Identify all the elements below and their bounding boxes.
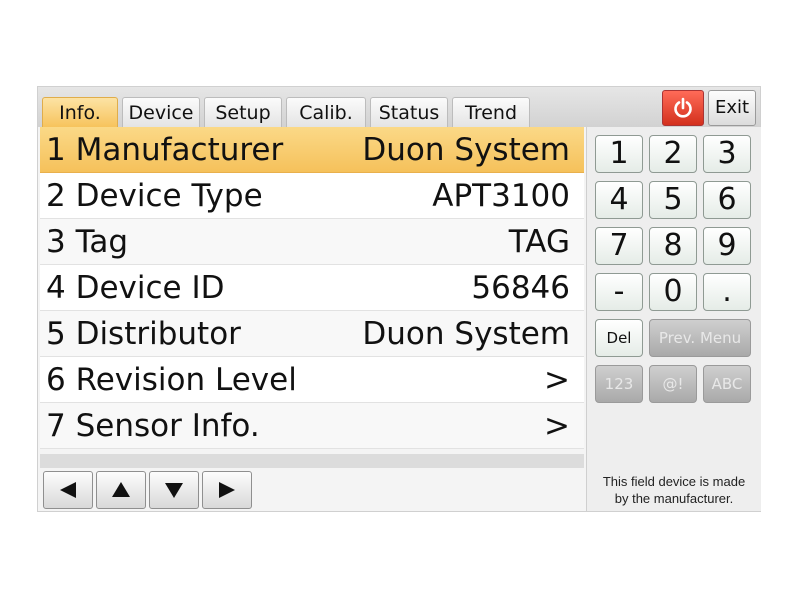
menu-row-value: > (544, 408, 570, 444)
menu-row-distributor[interactable]: 5 Distributor Duon System (40, 311, 584, 357)
nav-left-button[interactable] (43, 471, 93, 509)
arrow-up-icon (112, 482, 130, 497)
help-text: This field device is made by the manufac… (587, 473, 761, 507)
menu-row-value: Duon System (362, 132, 570, 168)
menu-row-value: TAG (508, 224, 570, 260)
menu-row-manufacturer[interactable]: 1 Manufacturer Duon System (40, 127, 584, 173)
nav-up-button[interactable] (96, 471, 146, 509)
menu-row-sensor-info[interactable]: 7 Sensor Info. > (40, 403, 584, 449)
key-minus[interactable]: - (595, 273, 643, 311)
key-5[interactable]: 5 (649, 181, 697, 219)
key-4[interactable]: 4 (595, 181, 643, 219)
keypad: 1 2 3 4 5 6 7 8 9 - 0 . Del Prev. Menu 1… (586, 127, 761, 511)
menu-row-label: 5 Distributor (46, 316, 241, 352)
menu-row-value: 56846 (471, 270, 570, 306)
mode-abc-button[interactable]: ABC (703, 365, 751, 403)
menu-row-label: 4 Device ID (46, 270, 225, 306)
menu-row-label: 6 Revision Level (46, 362, 297, 398)
menu-row-device-id[interactable]: 4 Device ID 56846 (40, 265, 584, 311)
arrow-down-icon (165, 483, 183, 498)
mode-123-button[interactable]: 123 (595, 365, 643, 403)
mode-symbols-button[interactable]: @! (649, 365, 697, 403)
menu-row-label: 3 Tag (46, 224, 129, 260)
nav-down-button[interactable] (149, 471, 199, 509)
key-3[interactable]: 3 (703, 135, 751, 173)
arrow-left-icon (60, 482, 76, 498)
exit-button[interactable]: Exit (708, 90, 756, 126)
tab-calib[interactable]: Calib. (286, 97, 366, 127)
menu-row-label: 2 Device Type (46, 178, 263, 214)
menu-row-value: APT3100 (432, 178, 570, 214)
tab-bar: Info. Device Setup Calib. Status Trend E… (38, 87, 760, 127)
key-7[interactable]: 7 (595, 227, 643, 265)
list-divider (40, 454, 584, 468)
tab-device[interactable]: Device (122, 97, 200, 127)
menu-row-label: 1 Manufacturer (46, 132, 284, 168)
help-text-line: by the manufacturer. (614, 491, 734, 506)
help-text-line: This field device is made (602, 474, 746, 489)
key-2[interactable]: 2 (649, 135, 697, 173)
tab-info[interactable]: Info. (42, 97, 118, 127)
tab-trend[interactable]: Trend (452, 97, 530, 127)
nav-right-button[interactable] (202, 471, 252, 509)
menu-row-label: 7 Sensor Info. (46, 408, 260, 444)
key-dot[interactable]: . (703, 273, 751, 311)
menu-row-value: > (544, 362, 570, 398)
power-button[interactable] (662, 90, 704, 126)
device-screen: Info. Device Setup Calib. Status Trend E… (37, 86, 761, 512)
prev-menu-button[interactable]: Prev. Menu (649, 319, 751, 357)
key-1[interactable]: 1 (595, 135, 643, 173)
tab-setup[interactable]: Setup (204, 97, 282, 127)
power-icon (674, 97, 692, 118)
key-8[interactable]: 8 (649, 227, 697, 265)
tab-status[interactable]: Status (370, 97, 448, 127)
menu-list: 1 Manufacturer Duon System 2 Device Type… (40, 127, 584, 449)
menu-row-value: Duon System (362, 316, 570, 352)
del-button[interactable]: Del (595, 319, 643, 357)
menu-row-tag[interactable]: 3 Tag TAG (40, 219, 584, 265)
arrow-right-icon (219, 482, 235, 498)
key-0[interactable]: 0 (649, 273, 697, 311)
key-6[interactable]: 6 (703, 181, 751, 219)
key-9[interactable]: 9 (703, 227, 751, 265)
menu-row-revision-level[interactable]: 6 Revision Level > (40, 357, 584, 403)
menu-row-device-type[interactable]: 2 Device Type APT3100 (40, 173, 584, 219)
